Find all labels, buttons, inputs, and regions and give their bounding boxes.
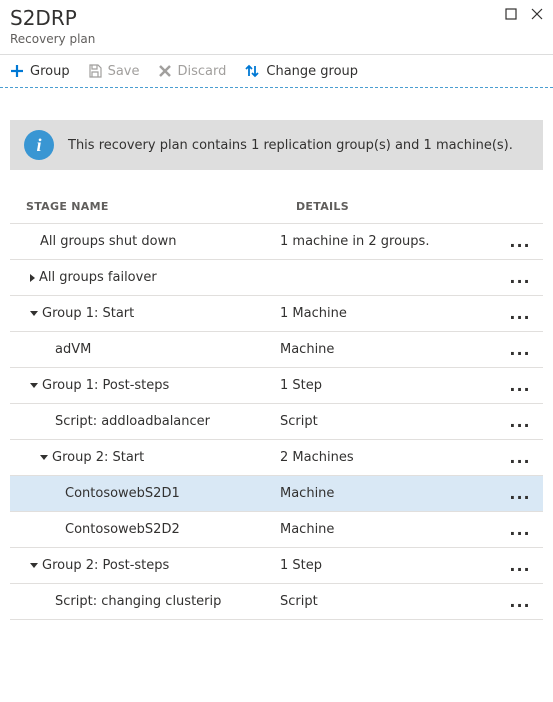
table-row[interactable]: Script: changing clusterip Script... [10, 584, 543, 620]
more-icon: ... [509, 526, 530, 534]
row-name-cell: All groups failover [10, 270, 280, 285]
discard-button[interactable]: Discard [158, 64, 227, 79]
change-group-label: Change group [266, 64, 358, 79]
row-actions-button[interactable]: ... [505, 238, 535, 246]
table-row[interactable]: Script: addloadbalancer Script... [10, 404, 543, 440]
col-actions [505, 200, 535, 213]
row-actions-button[interactable]: ... [505, 562, 535, 570]
info-icon: i [24, 130, 54, 160]
row-details: 1 machine in 2 groups. [280, 234, 505, 249]
row-details: Machine [280, 486, 505, 501]
table-row[interactable]: ContosowebS2D1 Machine... [10, 476, 543, 512]
row-actions-button[interactable]: ... [505, 526, 535, 534]
table-body: All groups shut down 1 machine in 2 group… [10, 224, 543, 620]
table-row[interactable]: All groups shut down 1 machine in 2 group… [10, 224, 543, 260]
chevron-down-icon[interactable] [30, 383, 38, 388]
toolbar: Group Save Discard Change group [0, 55, 553, 88]
row-details: Machine [280, 342, 505, 357]
window-controls [505, 8, 543, 20]
more-icon: ... [509, 490, 530, 498]
row-actions-button[interactable]: ... [505, 598, 535, 606]
row-details: 1 Step [280, 558, 505, 573]
row-name-cell: Group 2: Post-steps [10, 558, 280, 573]
row-actions-button[interactable]: ... [505, 310, 535, 318]
save-label: Save [108, 64, 140, 79]
row-actions-button[interactable]: ... [505, 418, 535, 426]
col-details: DETAILS [296, 200, 505, 213]
save-button[interactable]: Save [88, 64, 140, 79]
row-name-cell: All groups shut down [10, 234, 280, 249]
row-actions-button[interactable]: ... [505, 454, 535, 462]
group-label: Group [30, 64, 70, 79]
discard-label: Discard [178, 64, 227, 79]
row-name-cell: Group 1: Start [10, 306, 280, 321]
row-actions-button[interactable]: ... [505, 490, 535, 498]
page-subtitle: Recovery plan [10, 32, 543, 46]
more-icon: ... [509, 454, 530, 462]
row-name-cell: Script: changing clusterip [10, 594, 280, 609]
stages-table: STAGE NAME DETAILS All groups shut down 1… [10, 200, 543, 620]
row-actions-button[interactable]: ... [505, 346, 535, 354]
save-icon [88, 64, 102, 78]
more-icon: ... [509, 562, 530, 570]
table-row[interactable]: ContosowebS2D2 Machine... [10, 512, 543, 548]
maximize-icon[interactable] [505, 8, 517, 20]
col-stage-name: STAGE NAME [26, 200, 296, 213]
row-name: All groups failover [39, 270, 157, 285]
row-details: 1 Step [280, 378, 505, 393]
row-name: adVM [55, 342, 91, 357]
row-name: All groups shut down [40, 234, 176, 249]
row-name: ContosowebS2D1 [65, 486, 180, 501]
row-name-cell: ContosowebS2D2 [10, 522, 280, 537]
row-name: Group 2: Start [52, 450, 144, 465]
page-title: S2DRP [10, 6, 543, 30]
chevron-down-icon[interactable] [30, 311, 38, 316]
table-row[interactable]: Group 2: Start 2 Machines... [10, 440, 543, 476]
info-banner: i This recovery plan contains 1 replicat… [10, 120, 543, 170]
table-row[interactable]: adVM Machine... [10, 332, 543, 368]
more-icon: ... [509, 310, 530, 318]
row-name-cell: Group 1: Post-steps [10, 378, 280, 393]
more-icon: ... [509, 598, 530, 606]
row-details: Machine [280, 522, 505, 537]
row-name-cell: Group 2: Start [10, 450, 280, 465]
row-name: Group 2: Post-steps [42, 558, 169, 573]
table-header: STAGE NAME DETAILS [10, 200, 543, 224]
row-details: 2 Machines [280, 450, 505, 465]
table-row[interactable]: Group 1: Start 1 Machine... [10, 296, 543, 332]
chevron-down-icon[interactable] [30, 563, 38, 568]
more-icon: ... [509, 274, 530, 282]
row-name: Group 1: Post-steps [42, 378, 169, 393]
row-details: Script [280, 414, 505, 429]
row-actions-button[interactable]: ... [505, 382, 535, 390]
change-group-icon [244, 63, 260, 79]
header: S2DRP Recovery plan [0, 0, 553, 50]
more-icon: ... [509, 418, 530, 426]
close-icon[interactable] [531, 8, 543, 20]
row-name: Script: changing clusterip [55, 594, 221, 609]
table-row[interactable]: Group 2: Post-steps 1 Step... [10, 548, 543, 584]
row-details: Script [280, 594, 505, 609]
row-details: 1 Machine [280, 306, 505, 321]
row-name: Script: addloadbalancer [55, 414, 210, 429]
more-icon: ... [509, 382, 530, 390]
more-icon: ... [509, 238, 530, 246]
row-name: ContosowebS2D2 [65, 522, 180, 537]
table-row[interactable]: Group 1: Post-steps 1 Step... [10, 368, 543, 404]
plus-icon [10, 64, 24, 78]
chevron-down-icon[interactable] [40, 455, 48, 460]
change-group-button[interactable]: Change group [244, 63, 358, 79]
group-button[interactable]: Group [10, 64, 70, 79]
row-name: Group 1: Start [42, 306, 134, 321]
row-actions-button[interactable]: ... [505, 274, 535, 282]
discard-icon [158, 64, 172, 78]
chevron-right-icon[interactable] [30, 274, 35, 282]
table-row[interactable]: All groups failover... [10, 260, 543, 296]
row-name-cell: adVM [10, 342, 280, 357]
row-name-cell: ContosowebS2D1 [10, 486, 280, 501]
row-name-cell: Script: addloadbalancer [10, 414, 280, 429]
info-text: This recovery plan contains 1 replicatio… [68, 138, 513, 153]
more-icon: ... [509, 346, 530, 354]
